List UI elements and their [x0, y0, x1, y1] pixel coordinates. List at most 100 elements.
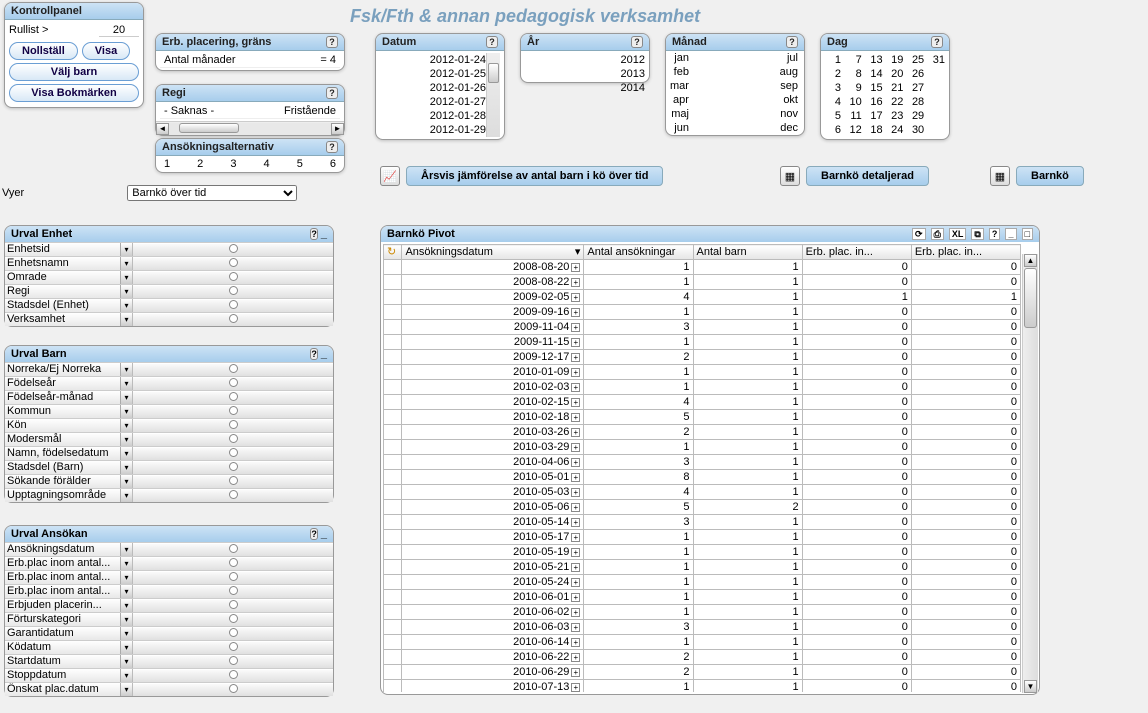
- pivot-row[interactable]: 2010-06-02+1100: [384, 605, 1021, 620]
- dropdown-icon[interactable]: ▾: [120, 669, 132, 682]
- help-icon[interactable]: ?: [326, 36, 338, 48]
- dropdown-icon[interactable]: ▾: [120, 285, 132, 298]
- pivot-row[interactable]: 2010-02-15+4100: [384, 395, 1021, 410]
- expand-icon[interactable]: +: [571, 413, 580, 422]
- pivot-column-header[interactable]: Ansökningsdatum ▾: [402, 245, 584, 260]
- day-item[interactable]: 13: [867, 53, 883, 67]
- filter-radio[interactable]: [133, 258, 333, 270]
- tool-icon[interactable]: ⟳: [912, 228, 926, 240]
- day-item[interactable]: 18: [867, 123, 883, 137]
- vyer-select[interactable]: Barnkö över tid: [127, 185, 297, 201]
- day-item[interactable]: 31: [929, 53, 945, 67]
- expand-icon[interactable]: +: [571, 503, 580, 512]
- pivot-row[interactable]: 2010-04-06+3100: [384, 455, 1021, 470]
- pivot-column-header[interactable]: Erb. plac. in...: [802, 245, 911, 260]
- pivot-row[interactable]: 2010-01-09+1100: [384, 365, 1021, 380]
- help-icon[interactable]: ?: [631, 36, 643, 48]
- ansok-option[interactable]: 5: [297, 158, 303, 170]
- day-item[interactable]: 22: [887, 95, 903, 109]
- expand-icon[interactable]: +: [571, 458, 580, 467]
- cycle-icon[interactable]: ↻: [387, 246, 396, 258]
- filter-label[interactable]: Norreka/Ej Norreka▾: [5, 363, 133, 376]
- filter-label[interactable]: Önskat plac.datum▾: [5, 683, 133, 696]
- day-item[interactable]: 25: [908, 53, 924, 67]
- filter-label[interactable]: Stoppdatum▾: [5, 669, 133, 682]
- tab-detalj[interactable]: ▦ Barnkö detaljerad: [780, 166, 929, 186]
- ar-item[interactable]: 2012: [525, 53, 645, 67]
- tool-xl-icon[interactable]: XL: [949, 228, 967, 240]
- filter-label[interactable]: Enhetsnamn▾: [5, 257, 133, 270]
- pivot-row[interactable]: 2010-03-26+2100: [384, 425, 1021, 440]
- filter-label[interactable]: Verksamhet▾: [5, 313, 133, 326]
- filter-radio[interactable]: [133, 600, 333, 612]
- pivot-column-header[interactable]: Erb. plac. in...: [911, 245, 1020, 260]
- pivot-row[interactable]: 2010-06-01+1100: [384, 590, 1021, 605]
- dropdown-icon[interactable]: ▾: [120, 419, 132, 432]
- filter-radio[interactable]: [133, 448, 333, 460]
- ansok-option[interactable]: 2: [197, 158, 203, 170]
- month-item[interactable]: aug: [780, 65, 800, 79]
- pivot-row[interactable]: 2008-08-22+1100: [384, 275, 1021, 290]
- dropdown-icon[interactable]: ▾: [120, 585, 132, 598]
- pivot-row[interactable]: 2010-06-14+1100: [384, 635, 1021, 650]
- filter-radio[interactable]: [133, 272, 333, 284]
- day-item[interactable]: 27: [908, 81, 924, 95]
- expand-icon[interactable]: +: [571, 368, 580, 377]
- dropdown-icon[interactable]: ▾: [120, 257, 132, 270]
- dropdown-icon[interactable]: ▾: [120, 613, 132, 626]
- pivot-scrollbar[interactable]: ▲ ▼: [1022, 254, 1038, 693]
- filter-radio[interactable]: [133, 286, 333, 298]
- dropdown-icon[interactable]: ▾: [120, 475, 132, 488]
- expand-icon[interactable]: +: [571, 668, 580, 677]
- filter-radio[interactable]: [133, 670, 333, 682]
- pivot-column-header[interactable]: Antal ansökningar: [584, 245, 693, 260]
- filter-label[interactable]: Erb.plac inom antal...▾: [5, 571, 133, 584]
- ansok-option[interactable]: 1: [164, 158, 170, 170]
- pivot-row[interactable]: 2010-07-13+1100: [384, 680, 1021, 693]
- filter-radio[interactable]: [133, 392, 333, 404]
- month-item[interactable]: dec: [780, 121, 800, 135]
- month-item[interactable]: jun: [670, 121, 691, 135]
- pivot-row[interactable]: 2010-06-03+3100: [384, 620, 1021, 635]
- expand-icon[interactable]: +: [571, 608, 580, 617]
- month-item[interactable]: mar: [670, 79, 691, 93]
- filter-label[interactable]: Startdatum▾: [5, 655, 133, 668]
- filter-label[interactable]: Ködatum▾: [5, 641, 133, 654]
- expand-icon[interactable]: +: [571, 308, 580, 317]
- day-item[interactable]: 24: [887, 123, 903, 137]
- filter-label[interactable]: Förturskategori▾: [5, 613, 133, 626]
- regi-item[interactable]: Fristående: [284, 104, 336, 118]
- filter-radio[interactable]: [133, 364, 333, 376]
- pivot-row[interactable]: 2010-05-19+1100: [384, 545, 1021, 560]
- day-item[interactable]: 12: [846, 123, 862, 137]
- tool-copy-icon[interactable]: ⧉: [971, 228, 983, 240]
- pivot-table[interactable]: ↻Ansökningsdatum ▾Antal ansökningarAntal…: [383, 244, 1021, 692]
- dropdown-icon[interactable]: ▾: [120, 641, 132, 654]
- filter-radio[interactable]: [133, 244, 333, 256]
- filter-label[interactable]: Stadsdel (Enhet)▾: [5, 299, 133, 312]
- month-item[interactable]: feb: [670, 65, 691, 79]
- filter-radio[interactable]: [133, 614, 333, 626]
- expand-icon[interactable]: +: [571, 323, 580, 332]
- expand-icon[interactable]: +: [571, 293, 580, 302]
- day-item[interactable]: [929, 67, 945, 81]
- day-item[interactable]: [929, 81, 945, 95]
- datum-item[interactable]: 2012-01-25: [380, 67, 486, 81]
- filter-label[interactable]: Erb.plac inom antal...▾: [5, 557, 133, 570]
- dropdown-icon[interactable]: ▾: [120, 433, 132, 446]
- help-icon[interactable]: ?: [310, 528, 318, 540]
- expand-icon[interactable]: +: [571, 683, 580, 692]
- filter-label[interactable]: Kommun▾: [5, 405, 133, 418]
- expand-icon[interactable]: +: [571, 653, 580, 662]
- ansok-option[interactable]: 3: [230, 158, 236, 170]
- filter-radio[interactable]: [133, 684, 333, 696]
- help-icon[interactable]: ?: [310, 228, 318, 240]
- help-icon[interactable]: ?: [931, 36, 943, 48]
- pivot-row[interactable]: 2010-05-01+8100: [384, 470, 1021, 485]
- filter-radio[interactable]: [133, 490, 333, 502]
- day-item[interactable]: 26: [908, 67, 924, 81]
- ar-item[interactable]: 2014: [525, 81, 645, 95]
- filter-radio[interactable]: [133, 642, 333, 654]
- tool-minimize-icon[interactable]: _: [1005, 228, 1016, 240]
- day-item[interactable]: 6: [825, 123, 841, 137]
